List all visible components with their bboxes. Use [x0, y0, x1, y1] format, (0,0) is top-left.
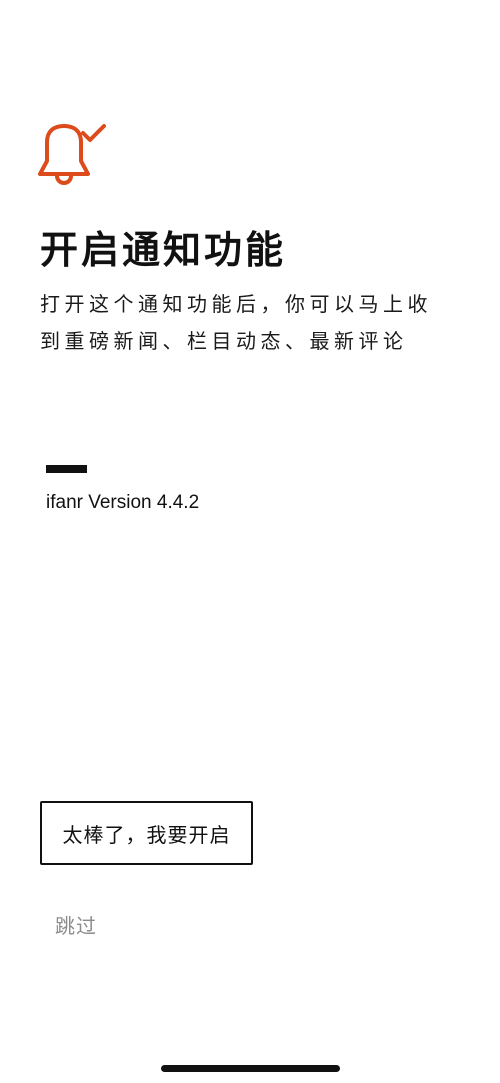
description-line-1: 打开这个通知功能后，你可以马上收	[40, 292, 432, 316]
bell-notification-icon	[38, 124, 110, 190]
home-indicator[interactable]	[161, 1065, 340, 1072]
description-line-2: 到重磅新闻、栏目动态、最新评论	[40, 329, 408, 353]
skip-link[interactable]: 跳过	[55, 910, 97, 939]
page-title: 开启通知功能	[40, 228, 287, 272]
notification-description: 打开这个通知功能后，你可以马上收 到重磅新闻、栏目动态、最新评论	[40, 286, 460, 360]
version-label: ifanr Version 4.4.2	[46, 492, 200, 513]
enable-notifications-button[interactable]: 太棒了，我要开启	[40, 801, 253, 865]
divider-bar	[46, 465, 87, 473]
